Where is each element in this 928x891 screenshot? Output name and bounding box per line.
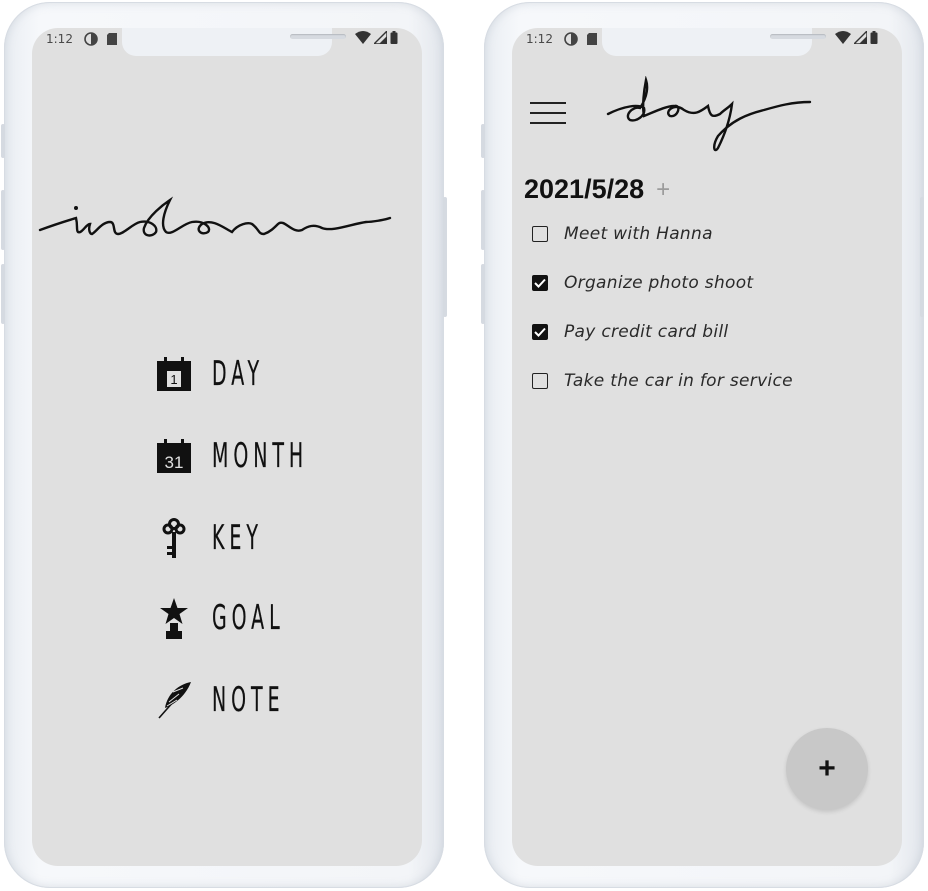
task-text: Organize photo shoot [564, 273, 754, 293]
add-task-inline-button[interactable]: + [656, 176, 670, 204]
menu-label-goal: GOAL [212, 598, 285, 638]
menu-item-month[interactable]: 31 MONTH [154, 436, 367, 476]
task-checkbox[interactable] [532, 226, 548, 242]
status-time: 1:12 [526, 32, 553, 46]
menu-item-key[interactable]: KEY [154, 518, 294, 558]
status-right [355, 31, 398, 44]
key-icon [154, 518, 194, 558]
calendar-day-icon: 1 [154, 354, 194, 394]
add-task-fab[interactable]: + [786, 728, 868, 810]
calendar-month-icon: 31 [154, 436, 194, 476]
volume-up-button [1, 190, 5, 250]
feather-icon [154, 680, 194, 720]
side-button [481, 124, 485, 158]
data-saver-icon [564, 32, 578, 46]
index-screen: 1:12 index 1 [32, 28, 422, 866]
wifi-icon [835, 31, 851, 44]
checkmark-icon [534, 278, 546, 288]
task-checkbox[interactable] [532, 324, 548, 340]
power-button [443, 197, 447, 317]
checkmark-icon [534, 327, 546, 337]
phone-frame-day: 1:12 day 2021/5/28 + Meet with Hanna [481, 2, 924, 888]
plus-icon: + [818, 752, 836, 785]
menu-label-key: KEY [212, 518, 263, 558]
side-button [1, 124, 5, 158]
speaker [290, 34, 346, 39]
date-label: 2021/5/28 [524, 174, 645, 204]
task-text: Take the car in for service [564, 371, 793, 391]
task-item: Take the car in for service [532, 368, 793, 394]
sd-card-icon [107, 33, 117, 45]
volume-down-button [481, 264, 485, 324]
task-item: Meet with Hanna [532, 221, 713, 247]
notch [602, 28, 826, 56]
status-time: 1:12 [46, 32, 73, 46]
data-saver-icon [84, 32, 98, 46]
notch [122, 28, 346, 56]
day-screen: 1:12 day 2021/5/28 + Meet with Hanna [512, 28, 902, 866]
menu-label-month: MONTH [212, 436, 309, 476]
signal-icon [854, 31, 867, 44]
task-text: Pay credit card bill [564, 322, 729, 342]
battery-icon [870, 31, 878, 44]
volume-down-button [1, 264, 5, 324]
status-right [835, 31, 878, 44]
wifi-icon [355, 31, 371, 44]
date-header: 2021/5/28 + [524, 174, 670, 205]
index-title [38, 196, 392, 237]
speaker [770, 34, 826, 39]
volume-up-button [481, 190, 485, 250]
task-item: Pay credit card bill [532, 319, 728, 345]
day-title [606, 76, 812, 152]
task-checkbox[interactable] [532, 275, 548, 291]
svg-text:31: 31 [165, 453, 184, 472]
power-button [920, 197, 924, 317]
menu-label-note: NOTE [212, 680, 285, 720]
signal-icon [374, 31, 387, 44]
trophy-star-icon [154, 598, 194, 639]
battery-icon [390, 31, 398, 44]
task-checkbox[interactable] [532, 373, 548, 389]
menu-label-day: DAY [212, 354, 265, 394]
menu-item-note[interactable]: NOTE [154, 680, 329, 720]
menu-hamburger-button[interactable] [530, 100, 566, 126]
task-item: Organize photo shoot [532, 270, 753, 296]
task-text: Meet with Hanna [564, 224, 713, 244]
phone-frame-index: 1:12 index 1 [1, 2, 447, 888]
menu-item-day[interactable]: 1 DAY [154, 354, 296, 394]
sd-card-icon [587, 33, 597, 45]
menu-item-goal[interactable]: GOAL [154, 598, 329, 639]
svg-text:1: 1 [170, 372, 177, 387]
